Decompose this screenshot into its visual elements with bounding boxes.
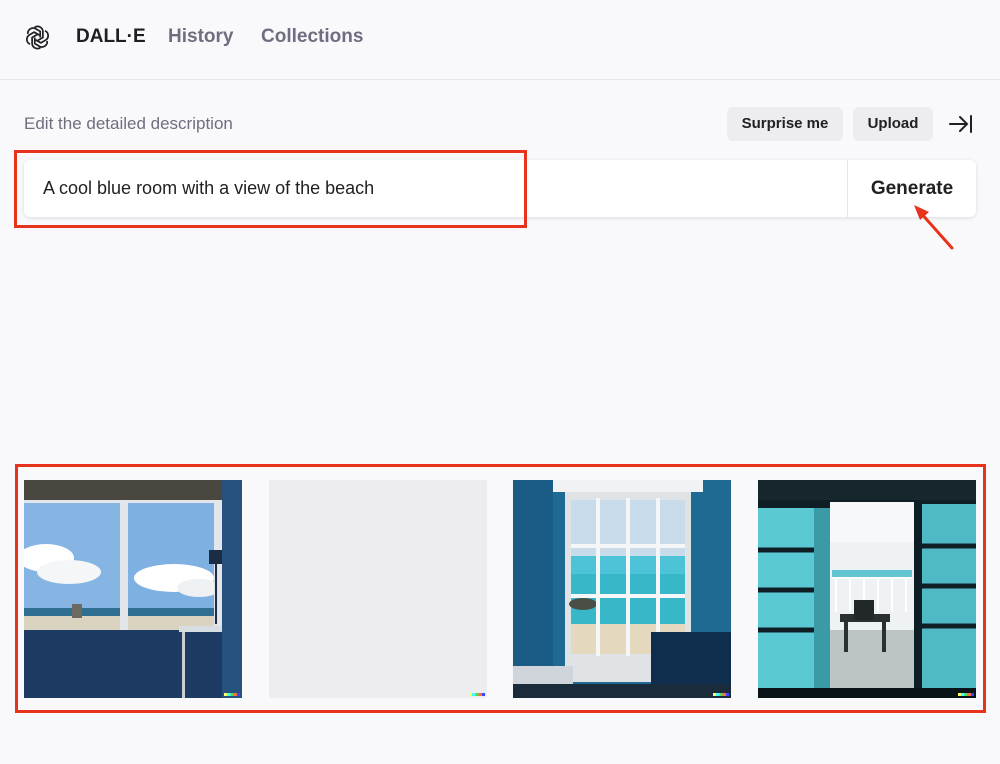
surprise-me-button[interactable]: Surprise me [727, 107, 843, 141]
generate-arrow-annotation [914, 205, 954, 250]
openai-logo-icon[interactable] [24, 24, 51, 51]
result-image-3[interactable] [513, 480, 731, 698]
prompt-bar: Generate [24, 160, 976, 217]
result-image-1[interactable] [24, 480, 242, 698]
signature-mark [469, 693, 485, 696]
signature-mark [958, 693, 974, 696]
nav-collections[interactable]: Collections [261, 26, 363, 48]
signature-mark [224, 693, 240, 696]
top-bar: DALL·E History Collections [0, 0, 1000, 80]
signature-mark [713, 693, 729, 696]
prompt-input[interactable] [24, 160, 846, 217]
upload-button[interactable]: Upload [853, 107, 933, 141]
result-image-2-placeholder[interactable] [269, 480, 487, 698]
edit-description-label: Edit the detailed description [24, 114, 233, 133]
result-image-4[interactable] [758, 480, 976, 698]
nav-history[interactable]: History [168, 26, 233, 48]
collapse-panel-icon[interactable] [948, 113, 974, 135]
brand-title[interactable]: DALL·E [76, 26, 146, 48]
